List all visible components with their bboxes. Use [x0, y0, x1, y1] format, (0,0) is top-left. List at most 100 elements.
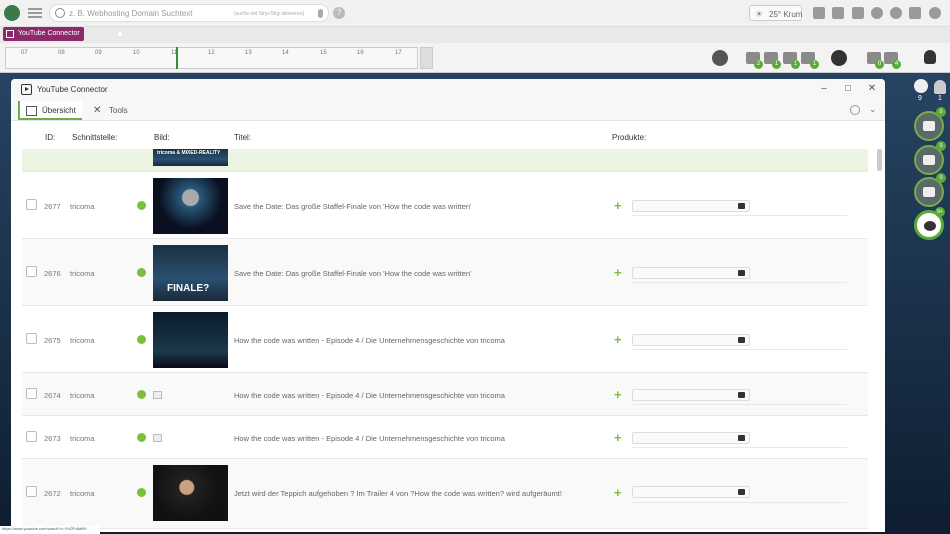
- table-row[interactable]: 2677 tricoma Save the Date: Das große St…: [22, 172, 868, 239]
- tools-icon: ✕: [93, 105, 102, 116]
- table-row[interactable]: 2674 tricoma How the code was written - …: [22, 373, 868, 416]
- minus-icon[interactable]: [890, 7, 902, 19]
- timeline-tick: 16: [357, 50, 364, 56]
- minimize-button[interactable]: –: [818, 83, 830, 95]
- timeline-tick: 08: [58, 50, 65, 56]
- product-field[interactable]: [632, 432, 750, 444]
- status-url: https://www.youtube.com/watch?v=YhZFh8dt…: [0, 526, 100, 534]
- app-logo-icon[interactable]: [4, 5, 20, 21]
- mail-icon: [924, 221, 936, 231]
- timeline-track[interactable]: 07 08 09 10 11 12 13 14 15 16 17: [5, 47, 418, 69]
- add-product-button[interactable]: +: [614, 333, 622, 346]
- product-field[interactable]: [632, 334, 750, 346]
- video-thumbnail[interactable]: [153, 312, 228, 368]
- status-dot: [137, 390, 146, 399]
- refresh-icon[interactable]: [850, 105, 860, 115]
- row-checkbox[interactable]: [26, 199, 37, 210]
- table-row[interactable]: 2676 tricoma FINALE? Save the Date: Das …: [22, 239, 868, 306]
- product-icon: [738, 435, 745, 441]
- calendar-icon[interactable]: [852, 7, 864, 19]
- search-input[interactable]: z. B. Webhosting Domain Suchtext (suche …: [49, 4, 329, 22]
- timeline-now-marker: [176, 47, 178, 69]
- table-row[interactable]: tricoma & MIXED-REALITY: [22, 149, 868, 172]
- badge-count: 2: [754, 60, 763, 69]
- bubble-count: 0: [936, 141, 946, 151]
- row-checkbox[interactable]: [26, 388, 37, 399]
- video-thumbnail[interactable]: [153, 178, 228, 234]
- column-header-title[interactable]: Titel:: [234, 133, 251, 142]
- search-hint: (suche mit Strg+Strg aktivieren): [234, 11, 305, 17]
- column-header-products[interactable]: Produkte:: [612, 133, 646, 142]
- badge-count: 1: [772, 60, 781, 69]
- row-checkbox[interactable]: [26, 266, 37, 277]
- column-header-image[interactable]: Bild:: [154, 133, 170, 142]
- lightbulb-icon[interactable]: [924, 50, 936, 64]
- chevron-down-icon[interactable]: ⌄: [869, 104, 877, 115]
- chat-icon: [923, 121, 935, 131]
- cart-bubble-button[interactable]: 0: [914, 141, 946, 175]
- weather-widget[interactable]: ☀ 25° Krum: [749, 5, 802, 21]
- globe-icon[interactable]: [712, 50, 728, 66]
- table-row[interactable]: 2673 tricoma How the code was written - …: [22, 416, 868, 459]
- help-icon[interactable]: ?: [333, 7, 345, 19]
- active-dot: [118, 32, 122, 36]
- window-titlebar[interactable]: YouTube Connector – □ ✕: [11, 79, 885, 100]
- table-row[interactable]: 2672 tricoma Jetzt wird der Teppich aufg…: [22, 459, 868, 529]
- sun-icon: ☀: [755, 9, 764, 19]
- add-product-button[interactable]: +: [614, 431, 622, 444]
- video-thumbnail[interactable]: FINALE?: [153, 245, 228, 301]
- play-icon: [21, 84, 32, 95]
- video-thumbnail[interactable]: [153, 465, 228, 521]
- scrollbar-thumb[interactable]: [877, 149, 882, 171]
- menu-icon[interactable]: [28, 8, 42, 18]
- timeline-tick: 15: [320, 50, 327, 56]
- bubble-count: 9+: [935, 207, 945, 217]
- block-bubble-button[interactable]: 0: [914, 173, 946, 207]
- maximize-button[interactable]: □: [842, 83, 854, 95]
- column-header-id[interactable]: ID:: [45, 133, 55, 142]
- product-divider: [632, 282, 847, 283]
- bell-icon[interactable]: [813, 7, 825, 19]
- row-checkbox[interactable]: [26, 486, 37, 497]
- row-checkbox[interactable]: [26, 431, 37, 442]
- row-title: How the code was written - Episode 4 / D…: [234, 336, 505, 345]
- monitor-icon[interactable]: [909, 7, 921, 19]
- row-checkbox[interactable]: [26, 333, 37, 344]
- row-title: Save the Date: Das große Staffel-Finale …: [234, 269, 472, 278]
- row-id: 2673: [44, 434, 61, 443]
- add-product-button[interactable]: +: [614, 266, 622, 279]
- timeline-scroll-button[interactable]: [420, 47, 433, 69]
- product-field[interactable]: [632, 389, 750, 401]
- tab-tools[interactable]: ✕ Tools: [87, 101, 137, 120]
- product-field[interactable]: [632, 267, 750, 279]
- tab-overview[interactable]: Übersicht: [18, 101, 82, 120]
- app-tab-youtube-connector[interactable]: YouTube Connector: [3, 27, 122, 41]
- product-divider: [632, 404, 847, 405]
- mail-bubble-button[interactable]: 9+: [914, 207, 945, 240]
- add-product-button[interactable]: +: [614, 388, 622, 401]
- product-divider: [632, 447, 847, 448]
- product-divider: [632, 215, 847, 216]
- video-thumbnail[interactable]: tricoma & MIXED-REALITY: [153, 149, 228, 166]
- avatar[interactable]: [914, 79, 928, 93]
- badge-count: 1: [810, 60, 819, 69]
- badge-count: 0: [875, 60, 884, 69]
- settings-user-icon[interactable]: [929, 7, 941, 19]
- add-product-button[interactable]: +: [614, 199, 622, 212]
- row-id: 2677: [44, 202, 61, 211]
- product-field[interactable]: [632, 200, 750, 212]
- user-icon[interactable]: [871, 7, 883, 19]
- row-interface: tricoma: [70, 269, 95, 278]
- microphone-icon[interactable]: [318, 9, 323, 18]
- column-header-interface[interactable]: Schnittstelle:: [72, 133, 117, 142]
- product-field[interactable]: [632, 486, 750, 498]
- close-button[interactable]: ✕: [866, 83, 878, 95]
- clock-icon[interactable]: [831, 50, 847, 66]
- row-id: 2672: [44, 489, 61, 498]
- bell-icon[interactable]: [934, 80, 946, 94]
- add-product-button[interactable]: +: [614, 486, 622, 499]
- youtube-connector-window: YouTube Connector – □ ✕ Übersicht ✕ Tool…: [11, 79, 885, 532]
- chat-bubble-button[interactable]: 0: [914, 107, 946, 141]
- contacts-icon[interactable]: [832, 7, 844, 19]
- table-row[interactable]: 2675 tricoma How the code was written - …: [22, 306, 868, 373]
